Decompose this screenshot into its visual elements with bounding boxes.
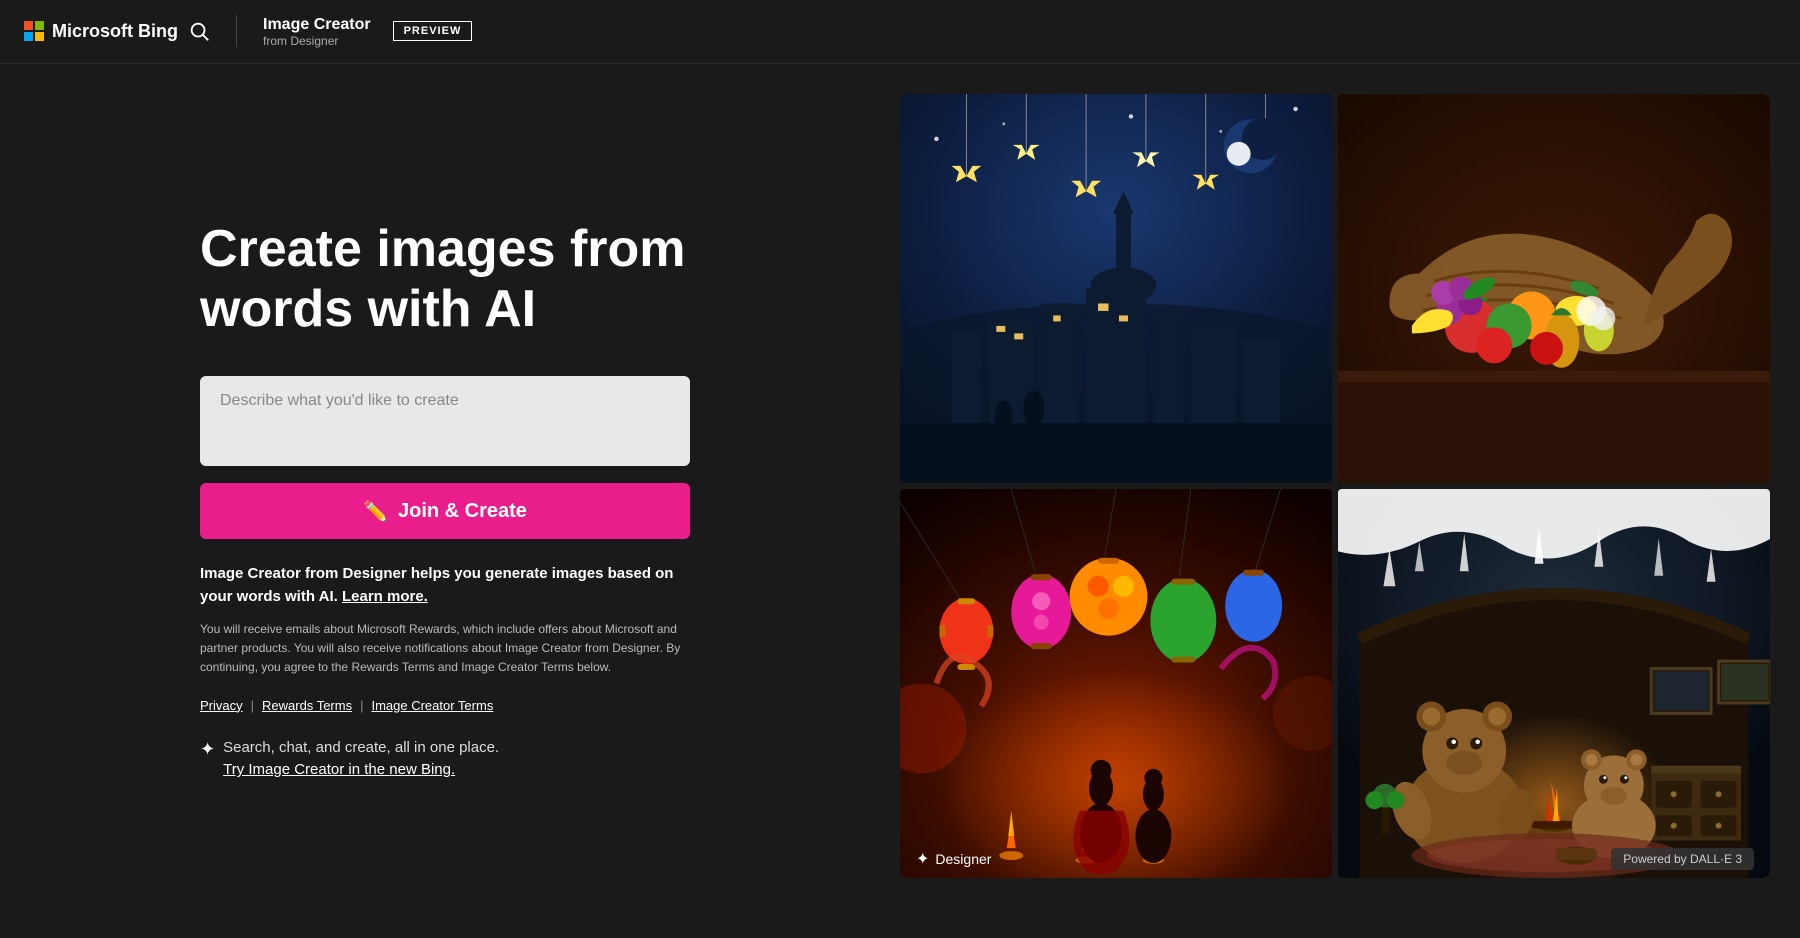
preview-badge: PREVIEW: [393, 21, 473, 41]
brand-container: Microsoft Bing Image Creator from Design…: [24, 15, 472, 49]
prompt-input[interactable]: [200, 376, 690, 466]
image-grid: [900, 94, 1770, 878]
image-night-stars: [900, 94, 1332, 483]
input-container: [200, 376, 690, 471]
bing-promo-text: Search, chat, and create, all in one pla…: [223, 737, 499, 782]
microsoft-logo-icon: [24, 21, 44, 41]
image-bears: [1338, 489, 1770, 878]
navbar-title-sub: from Designer: [263, 34, 371, 48]
join-create-button[interactable]: ✏️ Join & Create: [200, 483, 690, 539]
hero-title: Create images from words with AI: [200, 220, 820, 340]
join-create-label: Join & Create: [398, 500, 527, 523]
navbar-title-main: Image Creator: [263, 15, 371, 34]
terms-divider-1: |: [251, 698, 254, 713]
image-creator-terms-link[interactable]: Image Creator Terms: [371, 698, 493, 713]
join-icon: ✏️: [363, 499, 388, 524]
privacy-link[interactable]: Privacy: [200, 698, 243, 713]
learn-more-link[interactable]: Learn more.: [342, 588, 428, 605]
bing-logo[interactable]: Microsoft Bing: [24, 21, 178, 42]
navbar-title: Image Creator from Designer: [263, 15, 371, 49]
left-panel: Create images from words with AI ✏️ Join…: [0, 64, 900, 938]
search-icon[interactable]: [188, 20, 210, 42]
image-lanterns: [900, 489, 1332, 878]
terms-divider-2: |: [360, 698, 363, 713]
image-footer: ✦ Designer Powered by DALL·E 3: [900, 840, 1770, 878]
navbar: Microsoft Bing Image Creator from Design…: [0, 0, 1800, 64]
image-cornucopia: [1338, 94, 1770, 483]
right-panel: ✦ Designer Powered by DALL·E 3: [900, 64, 1800, 938]
dall-e-badge: Powered by DALL·E 3: [1611, 848, 1754, 870]
designer-name: Designer: [935, 851, 991, 867]
bing-promo: ✦ Search, chat, and create, all in one p…: [200, 737, 690, 782]
designer-label: ✦ Designer: [916, 849, 991, 869]
navbar-divider: [236, 15, 237, 47]
bing-promo-icon: ✦: [200, 739, 215, 760]
designer-icon: ✦: [916, 849, 929, 869]
terms-links: Privacy | Rewards Terms | Image Creator …: [200, 698, 690, 713]
try-bing-link[interactable]: Try Image Creator in the new Bing.: [223, 759, 499, 782]
rewards-terms-link[interactable]: Rewards Terms: [262, 698, 352, 713]
bing-logo-text: Microsoft Bing: [52, 21, 178, 42]
info-small-text: You will receive emails about Microsoft …: [200, 620, 690, 678]
info-bold-text: Image Creator from Designer helps you ge…: [200, 563, 690, 608]
info-section: Image Creator from Designer helps you ge…: [200, 563, 690, 782]
main-content: Create images from words with AI ✏️ Join…: [0, 64, 1800, 938]
